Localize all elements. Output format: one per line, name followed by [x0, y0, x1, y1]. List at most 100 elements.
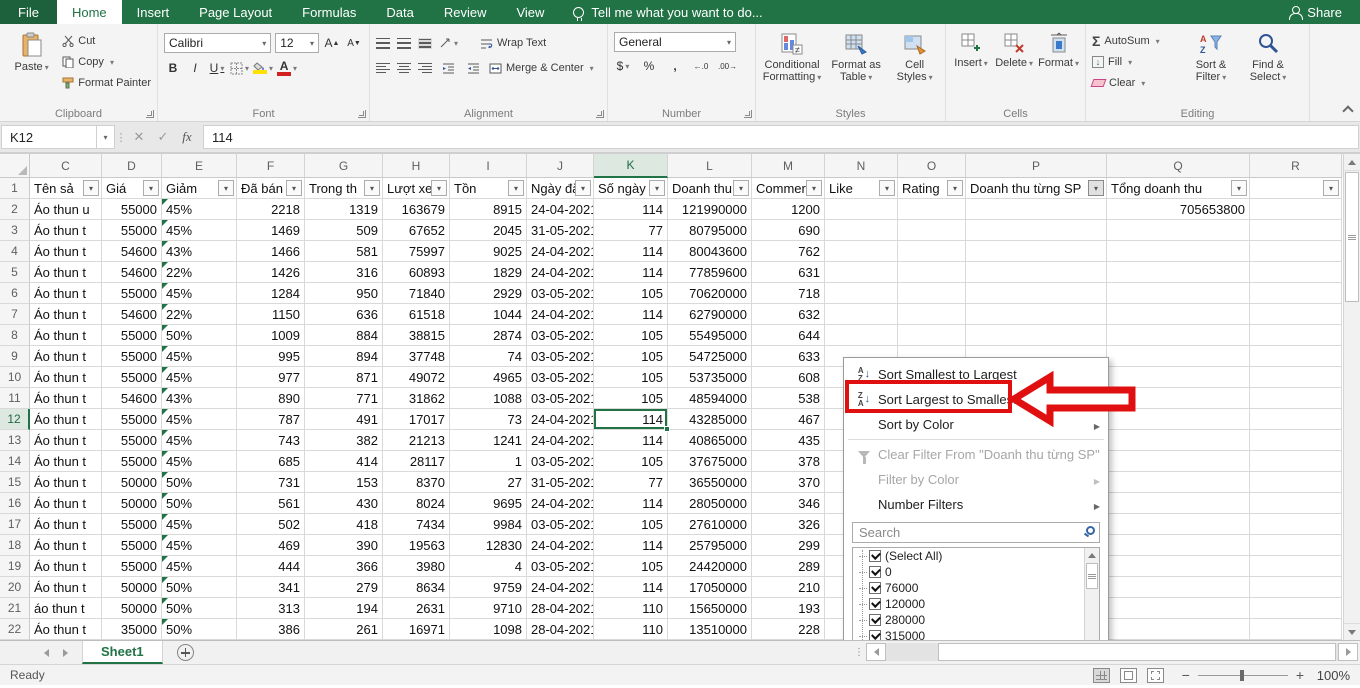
- cell-I9[interactable]: 74: [450, 346, 527, 367]
- cell-I21[interactable]: 9710: [450, 598, 527, 619]
- cell-G11[interactable]: 771: [305, 388, 383, 409]
- cell-D19[interactable]: 55000: [102, 556, 162, 577]
- cell-C18[interactable]: Áo thun t: [30, 535, 102, 556]
- format-as-table-button[interactable]: Format as Table: [827, 28, 885, 105]
- font-color-button[interactable]: A: [277, 59, 297, 77]
- cell-K11[interactable]: 105: [594, 388, 668, 409]
- cell-K5[interactable]: 114: [594, 262, 668, 283]
- cell-I11[interactable]: 1088: [450, 388, 527, 409]
- cell-K17[interactable]: 105: [594, 514, 668, 535]
- column-header-O[interactable]: O: [898, 154, 966, 178]
- row-header-6[interactable]: 6: [0, 283, 30, 304]
- cell-D9[interactable]: 55000: [102, 346, 162, 367]
- cell-F11[interactable]: 890: [237, 388, 305, 409]
- column-header-H[interactable]: H: [383, 154, 450, 178]
- filter-button-C[interactable]: [83, 180, 99, 196]
- cell-G17[interactable]: 418: [305, 514, 383, 535]
- formula-bar-splitter[interactable]: ⋮: [115, 131, 127, 144]
- cell-I8[interactable]: 2874: [450, 325, 527, 346]
- cell-C22[interactable]: Áo thun t: [30, 619, 102, 640]
- align-middle-icon[interactable]: [397, 38, 411, 49]
- cell-E7[interactable]: 22%: [162, 304, 237, 325]
- percent-button[interactable]: %: [640, 57, 658, 75]
- menu-item-number-filters[interactable]: Number Filters: [844, 492, 1108, 517]
- cell-H15[interactable]: 8370: [383, 472, 450, 493]
- filter-button-J[interactable]: [575, 180, 591, 196]
- cell-M15[interactable]: 370: [752, 472, 825, 493]
- cell-M19[interactable]: 289: [752, 556, 825, 577]
- cell-I20[interactable]: 9759: [450, 577, 527, 598]
- cell-E17[interactable]: 45%: [162, 514, 237, 535]
- cell-K18[interactable]: 114: [594, 535, 668, 556]
- cell-N5[interactable]: [825, 262, 898, 283]
- cell-D18[interactable]: 55000: [102, 535, 162, 556]
- row-header-2[interactable]: 2: [0, 199, 30, 220]
- cell-R15[interactable]: [1250, 472, 1342, 493]
- cell-E15[interactable]: 50%: [162, 472, 237, 493]
- cell-P4[interactable]: [966, 241, 1107, 262]
- cell-F8[interactable]: 1009: [237, 325, 305, 346]
- name-box[interactable]: K12: [1, 125, 97, 149]
- cell-E21[interactable]: 50%: [162, 598, 237, 619]
- scroll-left-arrow[interactable]: [866, 643, 886, 661]
- cell-F18[interactable]: 469: [237, 535, 305, 556]
- cell-Q22[interactable]: [1107, 619, 1250, 640]
- zoom-slider[interactable]: [1198, 675, 1288, 676]
- column-header-I[interactable]: I: [450, 154, 527, 178]
- insert-function-button[interactable]: fx: [175, 125, 199, 149]
- cell-H7[interactable]: 61518: [383, 304, 450, 325]
- cell-C7[interactable]: Áo thun t: [30, 304, 102, 325]
- cell-O5[interactable]: [898, 262, 966, 283]
- column-header-C[interactable]: C: [30, 154, 102, 178]
- cell-C11[interactable]: Áo thun t: [30, 388, 102, 409]
- cell-R2[interactable]: [1250, 199, 1342, 220]
- cell-I2[interactable]: 8915: [450, 199, 527, 220]
- cell-R6[interactable]: [1250, 283, 1342, 304]
- clipboard-dialog-launcher[interactable]: [146, 110, 154, 118]
- filter-value-76000[interactable]: 76000: [857, 580, 1099, 596]
- cell-F19[interactable]: 444: [237, 556, 305, 577]
- row-header-5[interactable]: 5: [0, 262, 30, 283]
- sheet-tab-sheet1[interactable]: Sheet1: [82, 641, 163, 664]
- cell-C10[interactable]: Áo thun t: [30, 367, 102, 388]
- cell-D13[interactable]: 55000: [102, 430, 162, 451]
- cell-L2[interactable]: 121990000: [668, 199, 752, 220]
- cell-Q16[interactable]: [1107, 493, 1250, 514]
- cell-L4[interactable]: 80043600: [668, 241, 752, 262]
- next-sheet-arrow[interactable]: [63, 649, 68, 657]
- cell-D2[interactable]: 55000: [102, 199, 162, 220]
- cell-M22[interactable]: 228: [752, 619, 825, 640]
- column-header-M[interactable]: M: [752, 154, 825, 178]
- cell-J3[interactable]: 31-05-2021: [527, 220, 594, 241]
- cell-E5[interactable]: 22%: [162, 262, 237, 283]
- cell-H20[interactable]: 8634: [383, 577, 450, 598]
- cell-D12[interactable]: 55000: [102, 409, 162, 430]
- cell-H16[interactable]: 8024: [383, 493, 450, 514]
- cell-E10[interactable]: 45%: [162, 367, 237, 388]
- cell-C8[interactable]: Áo thun t: [30, 325, 102, 346]
- cell-M10[interactable]: 608: [752, 367, 825, 388]
- cell-R11[interactable]: [1250, 388, 1342, 409]
- cell-E9[interactable]: 45%: [162, 346, 237, 367]
- tab-page-layout[interactable]: Page Layout: [184, 0, 287, 24]
- cell-J22[interactable]: 28-04-2021: [527, 619, 594, 640]
- cell-F9[interactable]: 995: [237, 346, 305, 367]
- tab-view[interactable]: View: [501, 0, 559, 24]
- borders-button[interactable]: [230, 59, 249, 77]
- cell-H3[interactable]: 67652: [383, 220, 450, 241]
- cell-I16[interactable]: 9695: [450, 493, 527, 514]
- column-header-G[interactable]: G: [305, 154, 383, 178]
- cell-G3[interactable]: 509: [305, 220, 383, 241]
- cell-M4[interactable]: 762: [752, 241, 825, 262]
- cell-Q19[interactable]: [1107, 556, 1250, 577]
- row-header-18[interactable]: 18: [0, 535, 30, 556]
- cell-J10[interactable]: 03-05-2021: [527, 367, 594, 388]
- cell-J7[interactable]: 24-04-2021: [527, 304, 594, 325]
- cell-D4[interactable]: 54600: [102, 241, 162, 262]
- cell-Q9[interactable]: [1107, 346, 1250, 367]
- cell-L21[interactable]: 15650000: [668, 598, 752, 619]
- cell-K19[interactable]: 105: [594, 556, 668, 577]
- column-header-R[interactable]: R: [1250, 154, 1342, 178]
- cell-I3[interactable]: 2045: [450, 220, 527, 241]
- cell-R14[interactable]: [1250, 451, 1342, 472]
